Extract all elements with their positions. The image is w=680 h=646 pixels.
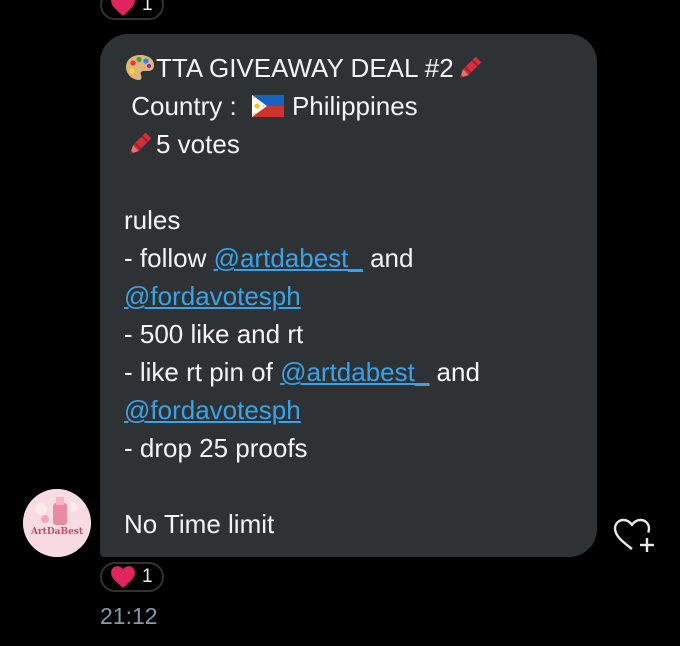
rule-like-rt-text: - 500 like and rt [124, 319, 304, 349]
reaction-pill-bottom[interactable]: 1 [100, 562, 164, 592]
mention-link[interactable]: @artdabest_ [214, 239, 363, 277]
mention-link[interactable]: @artdabest_ [280, 353, 429, 391]
rule-proofs: - drop 25 proofs [124, 429, 577, 467]
heart-icon [111, 0, 135, 16]
rule-follow: - follow @artdabest_ and [124, 239, 577, 277]
rule-pin-cont: @fordavotesph [124, 391, 577, 429]
reaction-count: 1 [142, 0, 153, 15]
rule-follow-and: and [362, 243, 414, 273]
rule-pin: - like rt pin of @artdabest_ and [124, 353, 577, 391]
rule-pin-and: and [429, 357, 480, 387]
add-reaction-button[interactable] [612, 516, 658, 556]
crayon-icon [130, 132, 152, 154]
heart-icon [111, 566, 135, 588]
rule-like-rt: - 500 like and rt [124, 315, 577, 353]
avatar-label: ArtDaBest [30, 527, 84, 537]
mention-link[interactable]: @fordavotesph [124, 277, 301, 315]
reaction-pill-top[interactable]: 1 [100, 0, 164, 20]
rules-title: rules [124, 201, 577, 239]
mention-link[interactable]: @fordavotesph [124, 391, 301, 429]
title-text: TTA GIVEAWAY DEAL #2 [156, 53, 454, 83]
message-line-votes: 5 votes [124, 125, 577, 163]
philippines-flag-icon [251, 95, 284, 117]
rule-proofs-text: - drop 25 proofs [124, 433, 308, 463]
message-bubble: TTA GIVEAWAY DEAL #2 Country : Philippin… [100, 34, 597, 557]
rule-pin-prefix: - like rt pin of [124, 357, 281, 387]
rules-title-text: rules [124, 205, 181, 235]
footer-text: No Time limit [124, 509, 275, 539]
message-line-country: Country : Philippines [124, 87, 577, 125]
rule-follow-prefix: - follow [124, 243, 214, 273]
palette-icon [126, 55, 154, 80]
rule-follow-cont: @fordavotesph [124, 277, 577, 315]
message-footer: No Time limit [124, 505, 577, 543]
country-label: Country : [124, 91, 244, 121]
votes-text: 5 votes [156, 129, 240, 159]
reaction-count: 1 [142, 566, 153, 587]
message-timestamp: 21:12 [100, 603, 158, 629]
message-line-title: TTA GIVEAWAY DEAL #2 [124, 49, 577, 87]
avatar[interactable]: ArtDaBest [23, 489, 91, 557]
country-name: Philippines [291, 91, 418, 121]
heart-plus-icon [613, 518, 654, 552]
crayon-icon [459, 56, 481, 78]
avatar-art [23, 489, 91, 557]
